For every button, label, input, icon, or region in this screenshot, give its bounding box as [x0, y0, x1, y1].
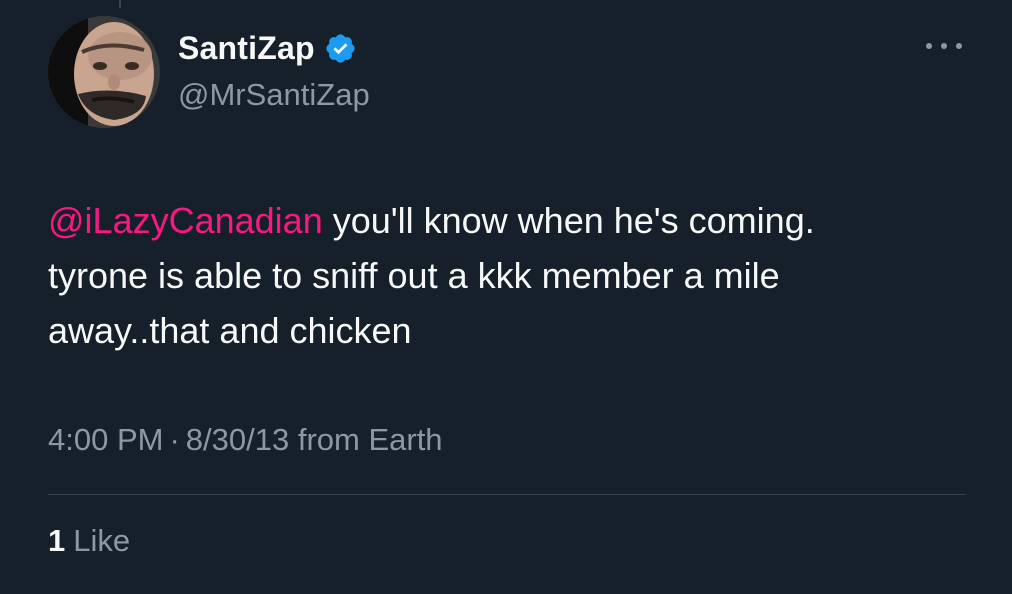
display-name[interactable]: SantiZap [178, 30, 315, 67]
user-handle[interactable]: @MrSantiZap [178, 77, 370, 113]
likes-stat[interactable]: 1 Like [48, 523, 130, 559]
ellipsis-dot [926, 43, 932, 49]
name-row: SantiZap [178, 26, 370, 70]
tweet-text-line1: you'll know when he's coming. [322, 200, 815, 241]
ellipsis-dot [956, 43, 962, 49]
tweet-source: from Earth [297, 422, 443, 457]
verified-badge-icon[interactable] [324, 32, 357, 65]
divider [48, 494, 966, 495]
mention-link[interactable]: @iLazyCanadian [48, 200, 323, 241]
tweet-text-line2: tyrone is able to sniff out a kkk member… [48, 255, 780, 296]
tweet-metadata: 4:00 PM · 8/30/13 from Earth [48, 422, 443, 458]
thread-connector-line [119, 0, 121, 8]
tweet-time[interactable]: 4:00 PM [48, 422, 163, 457]
avatar-image [48, 16, 160, 128]
like-count: 1 [48, 523, 66, 558]
tweet-date[interactable]: 8/30/13 [186, 422, 289, 457]
tweet-text: @iLazyCanadian you'll know when he's com… [48, 193, 968, 358]
user-info: SantiZap @MrSantiZap [178, 26, 370, 113]
avatar[interactable] [48, 16, 160, 128]
tweet-text-line3: away..that and chicken [48, 310, 412, 351]
ellipsis-icon[interactable] [926, 40, 962, 52]
ellipsis-dot [941, 43, 947, 49]
like-label: Like [73, 523, 131, 558]
meta-separator: · [169, 422, 180, 457]
